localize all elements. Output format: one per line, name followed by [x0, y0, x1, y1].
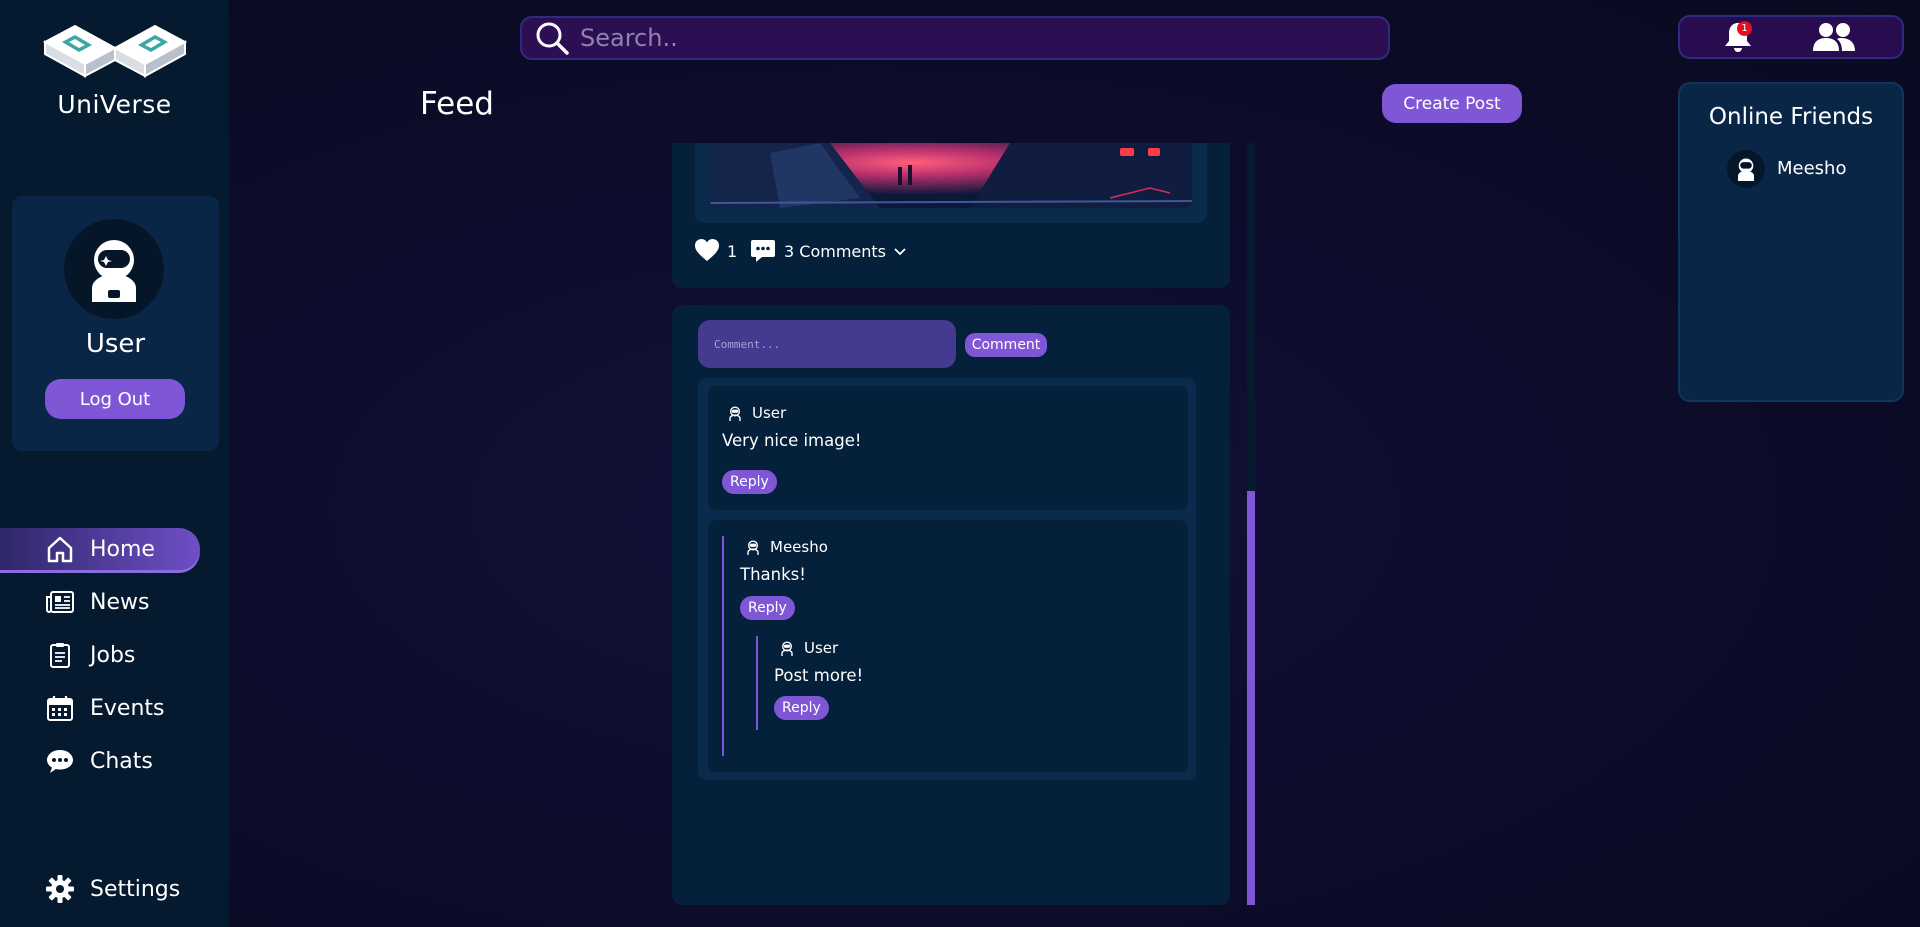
calendar-icon	[45, 693, 75, 723]
comment-submit-button[interactable]: Comment	[965, 333, 1047, 357]
astronaut-icon	[1738, 158, 1754, 181]
chat-bubble-icon	[45, 746, 75, 776]
heart-icon[interactable]	[694, 238, 720, 262]
profile-username: User	[85, 329, 146, 359]
friend-avatar[interactable]	[1727, 150, 1765, 188]
comment-author: User	[728, 404, 786, 422]
nav-label-events: Events	[90, 695, 165, 721]
nav-label-news: News	[90, 589, 150, 615]
nav-item-chats[interactable]: Chats	[0, 740, 200, 782]
nav-label-jobs: Jobs	[90, 642, 136, 668]
astronaut-icon	[92, 240, 136, 302]
friend-name[interactable]: Meesho	[1777, 158, 1846, 179]
search-icon	[534, 20, 570, 56]
like-count: 1	[727, 242, 738, 261]
comment-item: User Very nice image! Reply	[708, 386, 1188, 510]
reply-text: Post more!	[774, 666, 864, 685]
reply-button[interactable]: Reply	[740, 596, 795, 620]
page-title: Feed	[420, 86, 494, 122]
notification-badge: 1	[1737, 21, 1752, 36]
search-input[interactable]	[578, 23, 1388, 53]
comment-author-name: Meesho	[770, 538, 828, 556]
comment-input[interactable]	[698, 320, 956, 368]
nav-item-settings[interactable]: Settings	[0, 868, 200, 910]
create-post-button[interactable]: Create Post	[1382, 84, 1522, 123]
nav-label-home: Home	[90, 536, 155, 562]
search-bar[interactable]	[520, 16, 1390, 60]
thread-line	[722, 536, 724, 756]
comment-text: Thanks!	[740, 565, 806, 584]
online-friends-title: Online Friends	[1708, 104, 1874, 130]
user-icon	[747, 539, 759, 555]
nav-label-chats: Chats	[90, 748, 153, 774]
reply-button[interactable]: Reply	[774, 696, 829, 720]
comment-icon[interactable]	[750, 238, 776, 264]
news-icon	[45, 587, 75, 617]
gear-icon	[45, 874, 75, 904]
comment-author: Meesho	[746, 538, 828, 556]
nav-item-home[interactable]: Home	[0, 528, 200, 570]
reply-author-name: User	[804, 639, 839, 657]
comment-author-name: User	[752, 404, 787, 422]
home-icon	[45, 534, 75, 564]
comment-item: Meesho Thanks! Reply User Post more! Rep…	[708, 520, 1188, 772]
chevron-down-icon	[894, 247, 906, 255]
logout-button[interactable]: Log Out	[45, 379, 185, 419]
user-avatar[interactable]	[64, 219, 164, 319]
top-icon-bar	[1678, 15, 1904, 59]
reply-author: User	[780, 639, 838, 657]
user-icon	[781, 640, 793, 656]
post-image[interactable]	[710, 143, 1192, 208]
nav-item-jobs[interactable]: Jobs	[0, 634, 200, 676]
nav-label-settings: Settings	[90, 876, 181, 902]
sidebar	[0, 0, 229, 927]
friends-icon[interactable]	[1812, 22, 1856, 52]
nav-item-events[interactable]: Events	[0, 687, 200, 729]
feed-scrollbar-thumb[interactable]	[1247, 491, 1255, 905]
comment-text: Very nice image!	[722, 431, 862, 450]
brand-name: UniVerse	[57, 90, 172, 119]
comments-count-label: 3 Comments	[784, 242, 886, 261]
reply-thread-line	[756, 636, 758, 730]
comments-toggle[interactable]: 3 Comments	[784, 242, 906, 261]
user-icon	[729, 405, 741, 421]
reply-button[interactable]: Reply	[722, 470, 777, 494]
online-friends-panel	[1678, 82, 1904, 402]
cyberpunk-street-image	[710, 143, 1192, 208]
clipboard-icon	[45, 640, 75, 670]
universe-logo	[42, 24, 188, 78]
nav-item-news[interactable]: News	[0, 581, 200, 623]
